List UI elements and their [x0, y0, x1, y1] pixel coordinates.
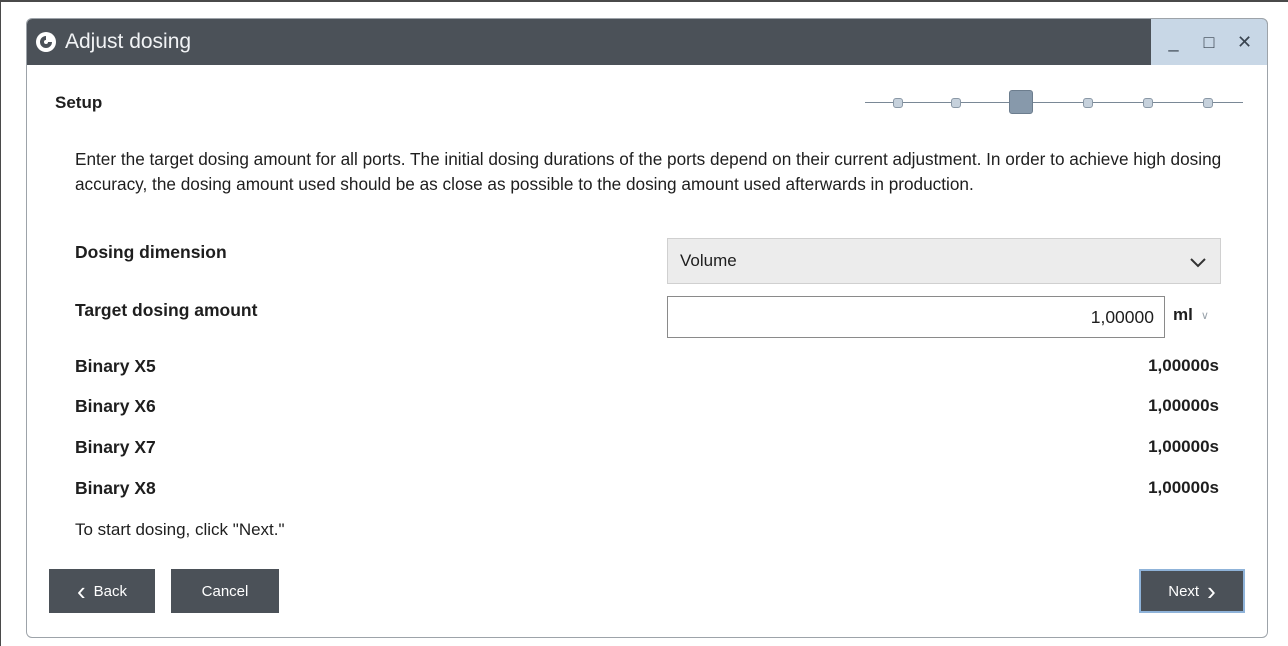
chevron-left-icon: ‹: [76, 576, 86, 606]
step-marker-3-current: [1009, 90, 1033, 114]
title-bar[interactable]: Adjust dosing _ □ ✕: [27, 19, 1267, 65]
amount-unit-select[interactable]: ml ∨: [1173, 305, 1209, 325]
cancel-button[interactable]: Cancel: [171, 569, 279, 613]
close-button[interactable]: ✕: [1232, 29, 1258, 55]
target-amount-input[interactable]: [667, 296, 1165, 338]
window-title: Adjust dosing: [65, 30, 192, 53]
next-button-label: Next: [1168, 582, 1200, 600]
port-label: Binary X5: [75, 356, 156, 376]
port-duration: 1,00000s: [1148, 356, 1219, 375]
outer-frame-top: [0, 0, 1288, 2]
target-amount-label: Target dosing amount: [75, 300, 258, 320]
port-duration: 1,00000s: [1148, 396, 1219, 415]
dosing-dimension-label: Dosing dimension: [75, 242, 227, 262]
wizard-stepper: [865, 89, 1243, 117]
step-marker-6: [1203, 98, 1213, 108]
port-label: Binary X8: [75, 478, 156, 498]
step-marker-1: [893, 98, 903, 108]
back-button-label: Back: [93, 582, 128, 600]
maximize-button[interactable]: □: [1196, 29, 1222, 55]
intro-text: Enter the target dosing amount for all p…: [75, 149, 1222, 194]
chevron-down-icon: [1190, 258, 1206, 268]
chevron-right-icon: ›: [1207, 576, 1216, 606]
minimize-button[interactable]: _: [1161, 29, 1187, 55]
dosing-dimension-select[interactable]: Volume: [667, 238, 1221, 284]
port-duration: 1,00000s: [1148, 437, 1219, 456]
step-marker-5: [1143, 98, 1153, 108]
outer-frame-left: [0, 0, 1, 646]
window-controls: _ □ ✕: [1151, 19, 1267, 65]
unit-chevron-down-icon: ∨: [1200, 309, 1209, 322]
back-button[interactable]: ‹ Back: [49, 569, 155, 613]
cancel-button-label: Cancel: [201, 582, 249, 600]
step-marker-2: [951, 98, 961, 108]
stepper-line: [865, 102, 1243, 103]
next-button[interactable]: Next ›: [1139, 569, 1245, 613]
app-logo-icon: [35, 31, 57, 53]
port-duration: 1,00000s: [1148, 478, 1219, 497]
step-title: Setup: [55, 93, 103, 112]
port-label: Binary X7: [75, 437, 156, 457]
step-marker-4: [1083, 98, 1093, 108]
amount-unit-value: ml: [1173, 305, 1193, 324]
dosing-dimension-value: Volume: [680, 251, 737, 270]
minimize-icon: _: [1168, 31, 1179, 52]
close-icon: ✕: [1236, 31, 1253, 52]
hint-text: To start dosing, click "Next.": [75, 520, 285, 539]
maximize-icon: □: [1203, 31, 1215, 52]
adjust-dosing-dialog: Adjust dosing _ □ ✕ Setup Enter the targ…: [26, 18, 1268, 638]
port-label: Binary X6: [75, 396, 156, 416]
